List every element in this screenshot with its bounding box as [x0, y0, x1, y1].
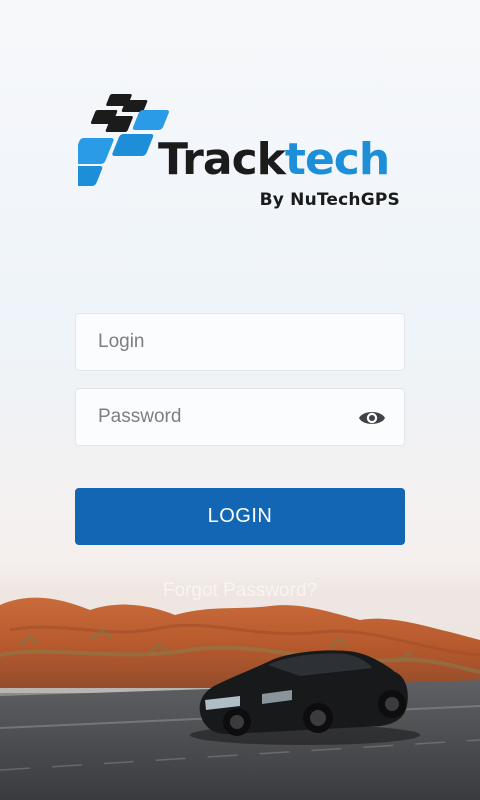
- brand-tagline: By NuTechGPS: [259, 190, 400, 210]
- app-logo: Tracktech By NuTechGPS: [78, 90, 408, 220]
- forgot-password-link[interactable]: Forgot Password?: [0, 580, 480, 602]
- login-field[interactable]: [75, 313, 405, 371]
- brand-name-part2: tech: [284, 134, 390, 185]
- eye-icon[interactable]: [358, 406, 386, 430]
- login-input[interactable]: [76, 314, 404, 370]
- login-button[interactable]: LOGIN: [75, 488, 405, 545]
- password-field[interactable]: [75, 388, 405, 446]
- login-screen: Tracktech By NuTechGPS LOGIN Forgot Pass…: [0, 0, 480, 800]
- brand-name-part1: Track: [158, 134, 286, 185]
- password-input[interactable]: [76, 389, 404, 445]
- brand-name: Tracktech: [158, 138, 390, 182]
